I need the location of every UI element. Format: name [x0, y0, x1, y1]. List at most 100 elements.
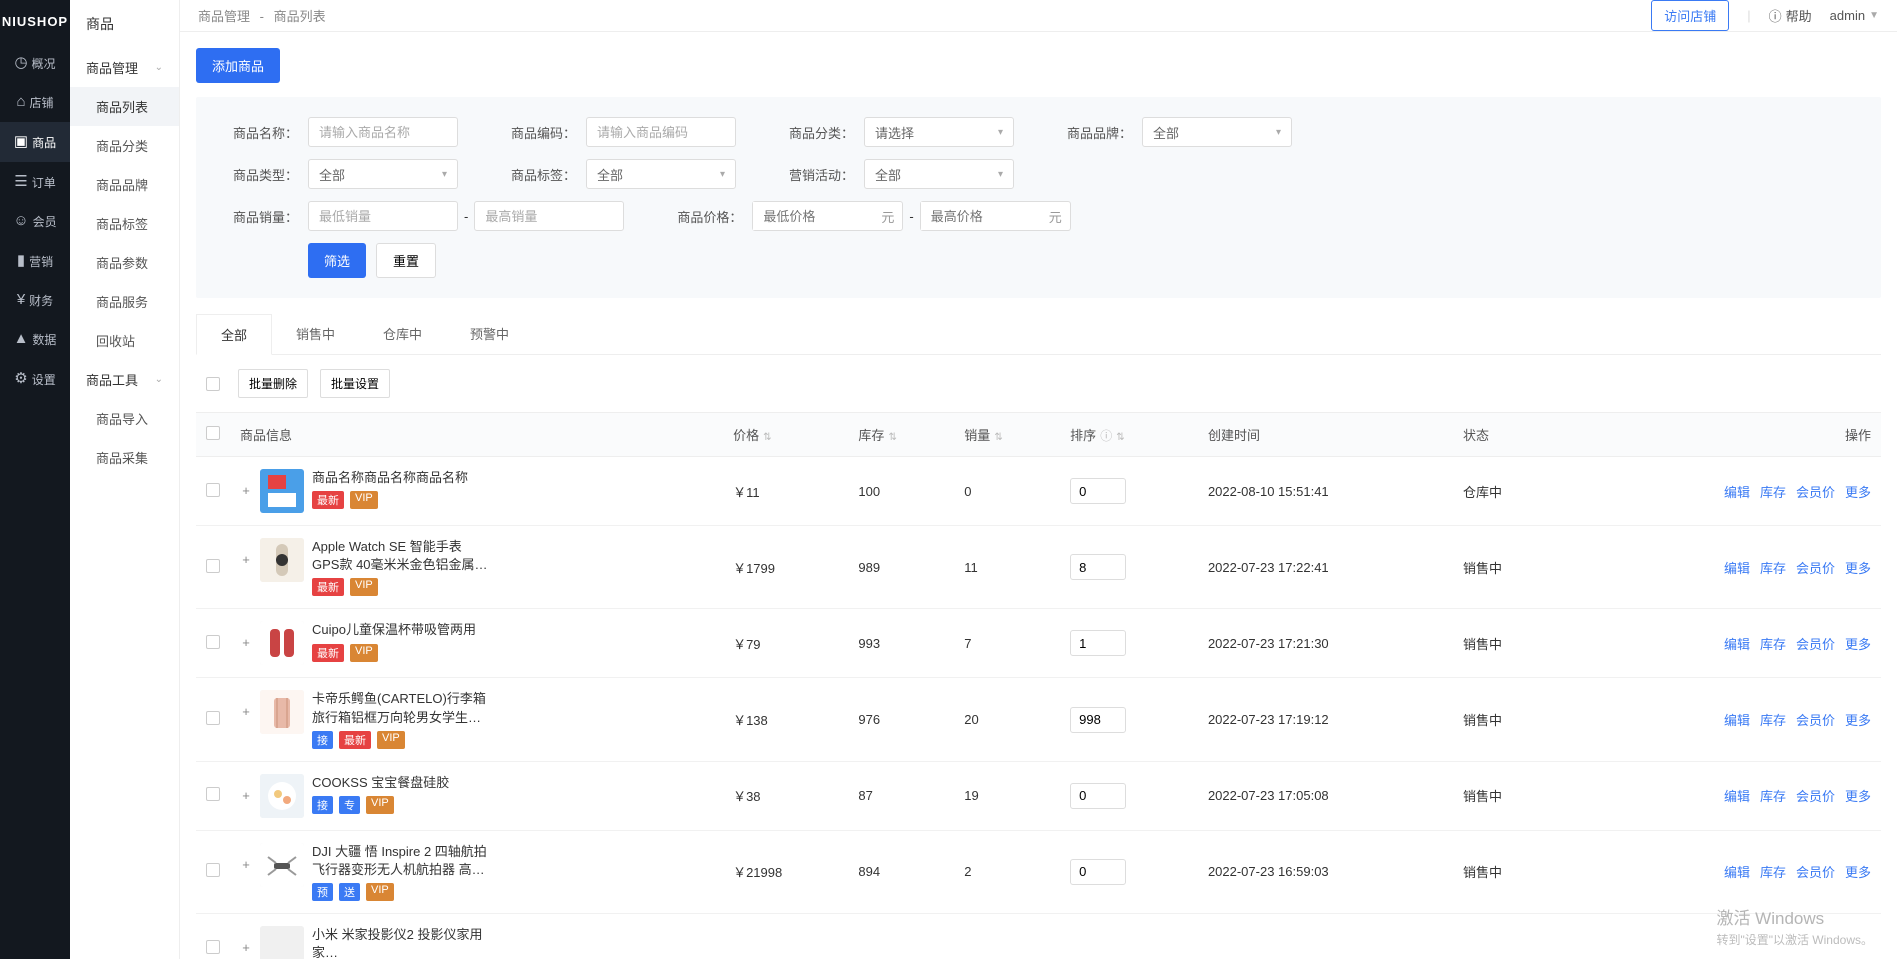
nav-财务[interactable]: ¥财务 — [0, 281, 70, 320]
sort-input[interactable] — [1070, 630, 1126, 656]
nav-sub-item[interactable]: 商品服务 — [70, 282, 179, 321]
row-checkbox[interactable] — [206, 787, 220, 801]
reset-button[interactable]: 重置 — [376, 243, 436, 278]
nav-sub-item[interactable]: 商品导入 — [70, 399, 179, 438]
vip-price-link[interactable]: 会员价 — [1796, 485, 1835, 500]
sort-input[interactable] — [1070, 707, 1126, 733]
expand-toggle[interactable]: + — [240, 774, 252, 803]
product-name-input[interactable] — [308, 117, 458, 147]
stock-link[interactable]: 库存 — [1760, 789, 1786, 804]
sales-max-input[interactable] — [474, 201, 624, 231]
more-link[interactable]: 更多 — [1845, 713, 1871, 728]
row-checkbox[interactable] — [206, 711, 220, 725]
vip-price-link[interactable]: 会员价 — [1796, 713, 1835, 728]
col-sales[interactable]: 销量⇅ — [954, 413, 1060, 457]
sort-input[interactable] — [1070, 783, 1126, 809]
nav-概况[interactable]: ◷概况 — [0, 43, 70, 83]
product-tag-select[interactable]: 全部▾ — [586, 159, 736, 189]
vip-price-link[interactable]: 会员价 — [1796, 865, 1835, 880]
expand-toggle[interactable]: + — [240, 469, 252, 498]
row-checkbox[interactable] — [206, 863, 220, 877]
product-brand-select[interactable]: 全部▾ — [1142, 117, 1292, 147]
sort-input[interactable] — [1070, 478, 1126, 504]
stock-link[interactable]: 库存 — [1760, 865, 1786, 880]
expand-toggle[interactable]: + — [240, 538, 252, 567]
nav-category[interactable]: 商品工具⌄ — [70, 360, 179, 399]
stock-link[interactable]: 库存 — [1760, 637, 1786, 652]
stock-link[interactable]: 库存 — [1760, 561, 1786, 576]
product-name[interactable]: Cuipo儿童保温杯带吸管两用 — [312, 621, 476, 639]
more-link[interactable]: 更多 — [1845, 789, 1871, 804]
select-all-checkbox[interactable] — [206, 377, 220, 391]
nav-会员[interactable]: ☺会员 — [0, 202, 70, 241]
product-name[interactable]: 商品名称商品名称商品名称 — [312, 469, 468, 487]
edit-link[interactable]: 编辑 — [1724, 485, 1750, 500]
stock-link[interactable]: 库存 — [1760, 485, 1786, 500]
price-min-input[interactable] — [753, 202, 873, 230]
stock-link[interactable]: 库存 — [1760, 713, 1786, 728]
edit-link[interactable]: 编辑 — [1724, 865, 1750, 880]
edit-link[interactable]: 编辑 — [1724, 713, 1750, 728]
row-checkbox[interactable] — [206, 559, 220, 573]
edit-link[interactable]: 编辑 — [1724, 637, 1750, 652]
nav-category[interactable]: 商品管理⌄ — [70, 48, 179, 87]
edit-link[interactable]: 编辑 — [1724, 789, 1750, 804]
vip-price-link[interactable]: 会员价 — [1796, 789, 1835, 804]
expand-toggle[interactable]: + — [240, 690, 252, 719]
nav-设置[interactable]: ⚙设置 — [0, 359, 70, 399]
tab-销售中[interactable]: 销售中 — [272, 314, 359, 354]
add-product-button[interactable]: 添加商品 — [196, 48, 280, 83]
nav-sub-item[interactable]: 商品参数 — [70, 243, 179, 282]
expand-toggle[interactable]: + — [240, 621, 252, 650]
product-name[interactable]: DJI 大疆 悟 Inspire 2 四轴航拍飞行器变形无人机航拍器 高清影… — [312, 843, 492, 879]
nav-商品[interactable]: ▣商品 — [0, 122, 70, 162]
help-link[interactable]: ⓘ 帮助 — [1769, 6, 1812, 25]
nav-sub-item[interactable]: 回收站 — [70, 321, 179, 360]
edit-link[interactable]: 编辑 — [1724, 561, 1750, 576]
expand-toggle[interactable]: + — [240, 843, 252, 872]
sort-input[interactable] — [1070, 554, 1126, 580]
product-code-input[interactable] — [586, 117, 736, 147]
vip-price-link[interactable]: 会员价 — [1796, 637, 1835, 652]
product-category-select[interactable]: 请选择▾ — [864, 117, 1014, 147]
product-name[interactable]: COOKSS 宝宝餐盘硅胶 — [312, 774, 449, 792]
product-type-select[interactable]: 全部▾ — [308, 159, 458, 189]
product-name[interactable]: Apple Watch SE 智能手表 GPS款 40毫米米金色铝金属表壳 星光… — [312, 538, 492, 574]
bulk-delete-button[interactable]: 批量删除 — [238, 369, 308, 398]
sort-input[interactable] — [1070, 859, 1126, 885]
price-max-input[interactable] — [921, 202, 1041, 230]
tab-预警中[interactable]: 预警中 — [446, 314, 533, 354]
nav-数据[interactable]: ▲数据 — [0, 320, 70, 359]
vip-price-link[interactable]: 会员价 — [1796, 561, 1835, 576]
more-link[interactable]: 更多 — [1845, 561, 1871, 576]
nav-sub-item[interactable]: 商品列表 — [70, 87, 179, 126]
nav-订单[interactable]: ☰订单 — [0, 162, 70, 202]
user-menu[interactable]: admin ▼ — [1830, 8, 1879, 23]
nav-sub-item[interactable]: 商品采集 — [70, 438, 179, 477]
nav-sub-item[interactable]: 商品品牌 — [70, 165, 179, 204]
product-promo-select[interactable]: 全部▾ — [864, 159, 1014, 189]
nav-店铺[interactable]: ⌂店铺 — [0, 83, 70, 122]
col-sort[interactable]: 排序ⓘ⇅ — [1060, 413, 1198, 457]
nav-营销[interactable]: ▮营销 — [0, 241, 70, 281]
filter-button[interactable]: 筛选 — [308, 243, 366, 278]
more-link[interactable]: 更多 — [1845, 485, 1871, 500]
col-price[interactable]: 价格⇅ — [723, 413, 848, 457]
nav-sub-item[interactable]: 商品标签 — [70, 204, 179, 243]
row-checkbox[interactable] — [206, 483, 220, 497]
col-stock[interactable]: 库存⇅ — [848, 413, 954, 457]
more-link[interactable]: 更多 — [1845, 637, 1871, 652]
bulk-set-button[interactable]: 批量设置 — [320, 369, 390, 398]
header-checkbox[interactable] — [206, 426, 220, 440]
sales-min-input[interactable] — [308, 201, 458, 231]
product-name[interactable]: 小米 米家投影仪2 投影仪家用 家… — [312, 926, 492, 959]
expand-toggle[interactable]: + — [240, 926, 252, 955]
row-checkbox[interactable] — [206, 940, 220, 954]
row-checkbox[interactable] — [206, 635, 220, 649]
tab-全部[interactable]: 全部 — [196, 314, 272, 355]
product-name[interactable]: 卡帝乐鳄鱼(CARTELO)行李箱旅行箱铝框万向轮男女学生拉杆箱… — [312, 690, 492, 726]
tab-仓库中[interactable]: 仓库中 — [359, 314, 446, 354]
more-link[interactable]: 更多 — [1845, 865, 1871, 880]
nav-sub-item[interactable]: 商品分类 — [70, 126, 179, 165]
visit-shop-button[interactable]: 访问店铺 — [1651, 0, 1729, 31]
